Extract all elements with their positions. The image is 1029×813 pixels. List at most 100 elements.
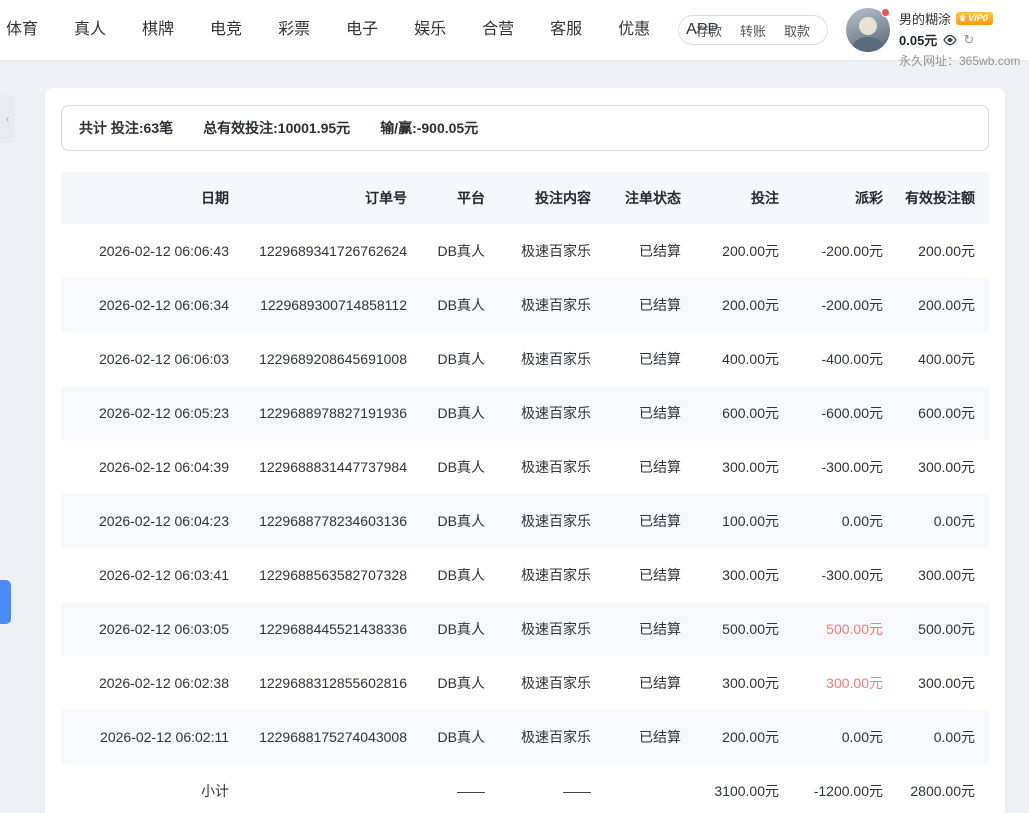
cell-status: 已结算 — [605, 710, 695, 764]
cell-order-number: 1229688445521438336 — [243, 602, 421, 656]
wallet-buttons: 存款转账取款 — [678, 15, 828, 45]
subtotal-valid: 2800.00元 — [897, 764, 989, 813]
cell-valid-amount: 600.00元 — [897, 386, 989, 440]
avatar[interactable] — [846, 8, 890, 52]
table-row[interactable]: 2026-02-12 06:03:41 1229688563582707328 … — [61, 548, 989, 602]
cell-bet-amount: 300.00元 — [695, 548, 793, 602]
table-row[interactable]: 2026-02-12 06:06:43 1229689341726762624 … — [61, 224, 989, 278]
cell-valid-amount: 400.00元 — [897, 332, 989, 386]
cell-bet-amount: 500.00元 — [695, 602, 793, 656]
cell-platform: DB真人 — [421, 332, 499, 386]
nav-item-8[interactable]: 合营 — [464, 0, 532, 60]
cell-platform: DB真人 — [421, 278, 499, 332]
cell-valid-amount: 0.00元 — [897, 494, 989, 548]
cell-bet-content: 极速百家乐 — [499, 710, 605, 764]
cell-order-number: 1229689208645691008 — [243, 332, 421, 386]
cell-payout: -300.00元 — [793, 440, 897, 494]
user-info: 男的糊涂 ♛VIP0 0.05元 ↻ 永久网址：365wb.com — [899, 8, 1029, 69]
table-body: 2026-02-12 06:06:43 1229689341726762624 … — [61, 224, 989, 764]
eye-icon[interactable] — [943, 34, 957, 46]
nav-item-5[interactable]: 彩票 — [260, 0, 328, 60]
summary-bar: 共计 投注:63笔 总有效投注:10001.95元 输/赢:-900.05元 — [61, 105, 989, 151]
nav-item-4[interactable]: 电竞 — [192, 0, 260, 60]
nav-item-2[interactable]: 真人 — [56, 0, 124, 60]
cell-payout: 0.00元 — [793, 710, 897, 764]
wallet-button-2[interactable]: 转账 — [731, 21, 775, 40]
cell-platform: DB真人 — [421, 494, 499, 548]
subtotal-bet: 3100.00元 — [695, 764, 793, 813]
table-row[interactable]: 2026-02-12 06:02:38 1229688312855602816 … — [61, 656, 989, 710]
cell-valid-amount: 300.00元 — [897, 548, 989, 602]
cell-valid-amount: 500.00元 — [897, 602, 989, 656]
cell-bet-content: 极速百家乐 — [499, 494, 605, 548]
nav-item-6[interactable]: 电子 — [328, 0, 396, 60]
refresh-icon[interactable]: ↻ — [963, 33, 974, 46]
cell-bet-content: 极速百家乐 — [499, 224, 605, 278]
cell-date: 2026-02-12 06:06:34 — [61, 278, 243, 332]
vip-badge: ♛VIP0 — [956, 12, 993, 25]
cell-status: 已结算 — [605, 548, 695, 602]
cell-order-number: 1229688831447737984 — [243, 440, 421, 494]
cell-status: 已结算 — [605, 656, 695, 710]
cell-bet-amount: 300.00元 — [695, 656, 793, 710]
cell-bet-content: 极速百家乐 — [499, 656, 605, 710]
cell-bet-content: 极速百家乐 — [499, 548, 605, 602]
side-tab-collapsed-top[interactable]: ‹ — [0, 95, 15, 143]
cell-payout: 300.00元 — [793, 656, 897, 710]
nav-item-10[interactable]: 优惠 — [600, 0, 668, 60]
cell-order-number: 1229689300714858112 — [243, 278, 421, 332]
cell-status: 已结算 — [605, 386, 695, 440]
nav-item-3[interactable]: 棋牌 — [124, 0, 192, 60]
cell-platform: DB真人 — [421, 386, 499, 440]
cell-bet-amount: 300.00元 — [695, 440, 793, 494]
wallet-button-3[interactable]: 取款 — [775, 21, 819, 40]
crown-icon: ♛ — [959, 13, 966, 24]
cell-status: 已结算 — [605, 494, 695, 548]
wallet-button-1[interactable]: 存款 — [687, 21, 731, 40]
table-row[interactable]: 2026-02-12 06:05:23 1229688978827191936 … — [61, 386, 989, 440]
column-header-7: 派彩 — [793, 172, 897, 224]
table-row[interactable]: 2026-02-12 06:03:05 1229688445521438336 … — [61, 602, 989, 656]
cell-date: 2026-02-12 06:04:39 — [61, 440, 243, 494]
side-tab-collapsed-bottom[interactable] — [0, 580, 11, 624]
cell-status: 已结算 — [605, 224, 695, 278]
cell-payout: -600.00元 — [793, 386, 897, 440]
cell-date: 2026-02-12 06:03:05 — [61, 602, 243, 656]
subtotal-payout: -1200.00元 — [793, 764, 897, 813]
table-subtotal-row: 小计 —— —— 3100.00元 -1200.00元 2800.00元 — [61, 764, 989, 813]
cell-bet-content: 极速百家乐 — [499, 602, 605, 656]
cell-date: 2026-02-12 06:02:38 — [61, 656, 243, 710]
person-silhouette-icon — [846, 12, 890, 52]
cell-bet-amount: 200.00元 — [695, 710, 793, 764]
cell-date: 2026-02-12 06:06:03 — [61, 332, 243, 386]
cell-order-number: 1229688978827191936 — [243, 386, 421, 440]
vip-level-label: VIP0 — [968, 13, 988, 24]
cell-date: 2026-02-12 06:03:41 — [61, 548, 243, 602]
cell-order-number: 1229688175274043008 — [243, 710, 421, 764]
cell-valid-amount: 200.00元 — [897, 224, 989, 278]
column-header-8: 有效投注额 — [897, 172, 989, 224]
main-nav: 体育真人棋牌电竞彩票电子娱乐合营客服优惠APP — [0, 0, 736, 60]
table-row[interactable]: 2026-02-12 06:04:39 1229688831447737984 … — [61, 440, 989, 494]
summary-total-bets: 共计 投注:63笔 — [79, 118, 173, 138]
table-row[interactable]: 2026-02-12 06:06:34 1229689300714858112 … — [61, 278, 989, 332]
table-row[interactable]: 2026-02-12 06:04:23 1229688778234603136 … — [61, 494, 989, 548]
summary-total-valid: 总有效投注:10001.95元 — [203, 118, 350, 138]
user-name: 男的糊涂 — [899, 9, 951, 28]
cell-payout: -200.00元 — [793, 224, 897, 278]
table-header-row: 日期订单号平台投注内容注单状态投注派彩有效投注额 — [61, 172, 989, 224]
cell-bet-amount: 100.00元 — [695, 494, 793, 548]
cell-status: 已结算 — [605, 440, 695, 494]
cell-payout: -300.00元 — [793, 548, 897, 602]
table-row[interactable]: 2026-02-12 06:06:03 1229689208645691008 … — [61, 332, 989, 386]
cell-payout: -200.00元 — [793, 278, 897, 332]
nav-item-9[interactable]: 客服 — [532, 0, 600, 60]
subtotal-label: 小计 — [61, 764, 243, 813]
table-row[interactable]: 2026-02-12 06:02:11 1229688175274043008 … — [61, 710, 989, 764]
subtotal-platform-dash: —— — [421, 764, 499, 813]
cell-platform: DB真人 — [421, 710, 499, 764]
nav-item-1[interactable]: 体育 — [0, 0, 56, 60]
nav-item-7[interactable]: 娱乐 — [396, 0, 464, 60]
cell-bet-amount: 200.00元 — [695, 224, 793, 278]
cell-order-number: 1229688563582707328 — [243, 548, 421, 602]
